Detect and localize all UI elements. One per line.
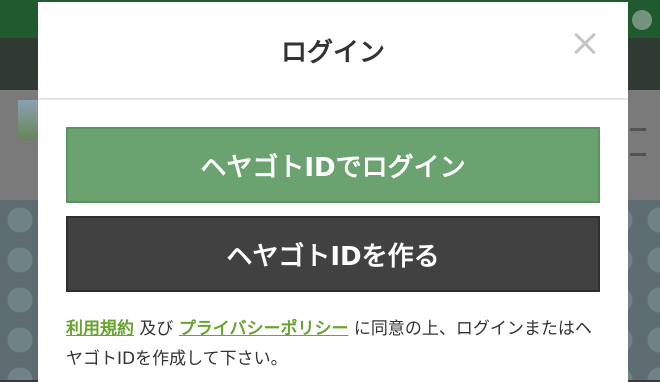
modal-title: ログイン (280, 38, 385, 68)
terms-connector: 及び (139, 319, 174, 339)
privacy-policy-link[interactable]: プライバシーポリシー (179, 319, 349, 339)
create-heyagoto-id-button[interactable]: ヘヤゴトIDを作る (66, 216, 600, 292)
close-icon[interactable] (568, 26, 602, 60)
modal-header: ログイン (38, 2, 628, 100)
terms-of-use-link[interactable]: 利用規約 (66, 319, 134, 339)
background-avatar-icon (632, 10, 652, 30)
terms-notice: 利用規約 及び プライバシーポリシー に同意の上、ログインまたはヘヤゴトIDを作… (66, 314, 600, 374)
background-logo-icon (18, 100, 40, 140)
background-glyph-icon (630, 128, 646, 156)
login-with-heyagoto-id-button[interactable]: ヘヤゴトIDでログイン (66, 127, 600, 203)
login-modal: ログイン ヘヤゴトIDでログイン ヘヤゴトIDを作る 利用規約 及び プライバシ… (38, 2, 628, 382)
